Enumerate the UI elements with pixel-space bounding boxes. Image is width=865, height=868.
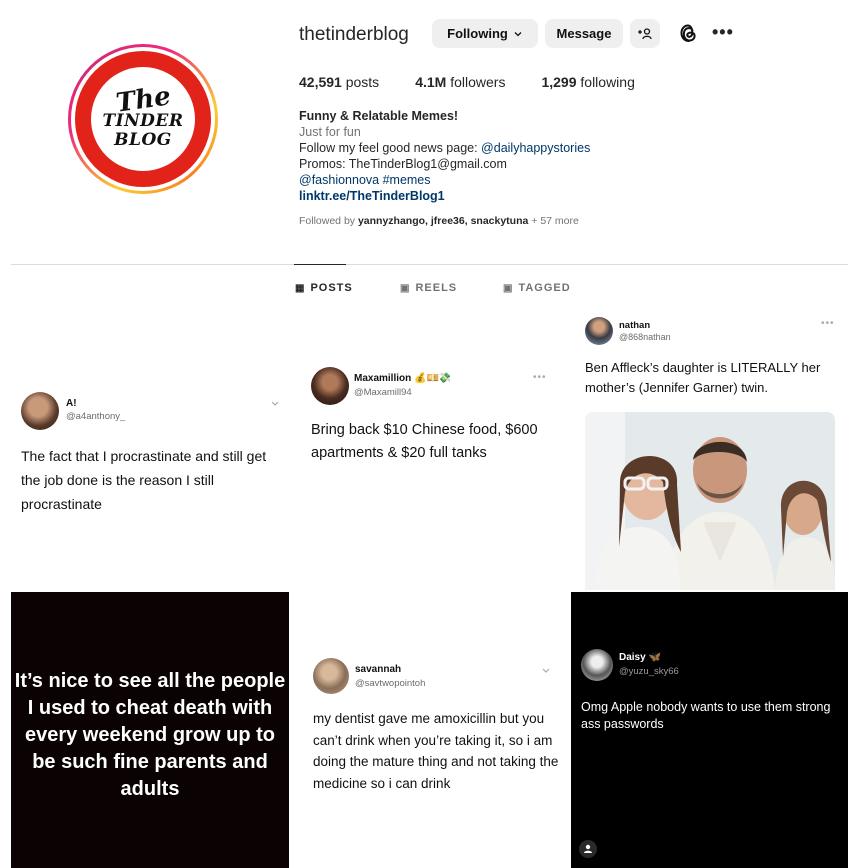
post-tile[interactable]: A! @a4anthony_ The fact that I procrasti… (11, 312, 289, 590)
post-author-name: Maxamillion 💰💴💸 (354, 373, 452, 384)
logo-text-blog: BLOG (114, 130, 172, 150)
post-tile[interactable]: It’s nice to see all the people I used t… (11, 592, 289, 868)
avatar (21, 392, 59, 430)
post-text: my dentist gave me amoxicillin but you c… (313, 711, 559, 791)
post-author-name: A! (66, 398, 77, 409)
followed-by-suffix: + 57 more (528, 215, 579, 227)
bio-hashtag[interactable]: #memes (379, 173, 431, 187)
post-text: Bring back $10 Chinese food, $600 apartm… (311, 422, 538, 461)
bio-line-1-text: Follow my feel good news page: (299, 141, 482, 155)
more-options-icon: ••• (821, 318, 835, 329)
following-stat[interactable]: 1,299 following (541, 74, 634, 90)
avatar (581, 649, 613, 681)
reels-icon: ▣ (400, 282, 411, 294)
avatar-ring: The TINDER BLOG (71, 47, 215, 191)
post-photo (585, 412, 835, 590)
avatar (311, 367, 349, 405)
profile-bio: Funny & Relatable Memes! Just for fun Fo… (299, 108, 590, 204)
person-icon (584, 844, 592, 853)
bio-line-2: Promos: TheTinderBlog1@gmail.com (299, 157, 507, 171)
tab-posts[interactable]: ▦ POSTS (295, 282, 353, 294)
avatar-logo: The TINDER BLOG (75, 51, 211, 187)
followers-label: followers (450, 74, 506, 90)
post-tile[interactable]: Maxamillion 💰💴💸 @Maxamill94 ••• Bring ba… (291, 312, 569, 590)
posts-label: posts (345, 74, 380, 90)
bio-line-3: @fashionnova #memes (299, 172, 590, 188)
tagged-icon: ▣ (503, 282, 514, 294)
grid-icon: ▦ (295, 282, 306, 294)
active-tab-indicator (294, 264, 346, 265)
post-tile[interactable]: savannah @savtwopointoh my dentist gave … (291, 592, 569, 868)
bio-external-link[interactable]: linktr.ee/TheTinderBlog1 (299, 188, 590, 204)
logo-text-the: The (113, 81, 173, 119)
tab-posts-label: POSTS (310, 282, 353, 294)
people-photo-image (585, 412, 835, 590)
post-author-name: savannah (355, 664, 402, 675)
profile-avatar[interactable]: The TINDER BLOG (68, 44, 218, 194)
post-author-name: Daisy 🦋 (619, 652, 661, 663)
more-options-icon[interactable]: ••• (712, 22, 736, 44)
post-text: It’s nice to see all the people I used t… (14, 670, 286, 800)
profile-username: thetinderblog (299, 24, 409, 45)
profile-stats: 42,591 posts 4.1M followers 1,299 follow… (299, 74, 671, 90)
avatar (313, 658, 349, 694)
tab-reels[interactable]: ▣ REELS (400, 282, 457, 294)
post-tile[interactable]: Daisy 🦋 @yuzu_sky66 Omg Apple nobody wan… (571, 592, 848, 868)
followed-by-names: yannyzhango, jfree36, snackytuna (357, 215, 529, 227)
post-author-handle: @savtwopointoh (355, 678, 426, 689)
tab-reels-label: REELS (415, 282, 458, 294)
bio-mention-link[interactable]: @dailyhappystories (481, 141, 590, 155)
message-button-label: Message (556, 26, 612, 41)
following-button[interactable]: Following (432, 19, 538, 48)
tab-tagged-label: TAGGED (518, 282, 571, 294)
followers-stat[interactable]: 4.1M followers (415, 74, 505, 90)
following-count: 1,299 (541, 74, 577, 90)
bio-mention-fashionnova[interactable]: @fashionnova (299, 173, 379, 187)
message-button[interactable]: Message (545, 19, 623, 48)
avatar (585, 317, 613, 345)
followers-count: 4.1M (415, 74, 447, 90)
posts-count: 42,591 (299, 74, 342, 90)
followed-by-prefix: Followed by (299, 215, 358, 227)
profile-divider (11, 264, 848, 265)
post-text: The fact that I procrastinate and still … (21, 448, 267, 512)
bio-line-1: Follow my feel good news page: @dailyhap… (299, 140, 590, 156)
post-text: Omg Apple nobody wants to use them stron… (581, 700, 831, 731)
more-options-icon: ••• (533, 372, 547, 383)
post-author-handle: @Maxamill94 (354, 387, 412, 398)
post-text: Ben Affleck’s daughter is LITERALLY her … (585, 360, 821, 395)
following-stat-label: following (580, 74, 635, 90)
post-tile[interactable]: nathan @868nathan ••• Ben Affleck’s daug… (571, 312, 848, 590)
user-icon (579, 840, 597, 858)
chevron-down-icon (514, 31, 522, 36)
post-author-name: nathan (619, 320, 651, 331)
tab-tagged[interactable]: ▣ TAGGED (503, 282, 571, 294)
add-user-icon (638, 27, 652, 39)
following-button-label: Following (447, 26, 508, 41)
post-author-handle: @868nathan (619, 332, 671, 342)
chevron-down-icon (271, 401, 279, 406)
threads-icon[interactable] (678, 22, 700, 44)
post-author-handle: @yuzu_sky66 (619, 666, 679, 677)
avatar-logo-inner: The TINDER BLOG (91, 67, 195, 171)
bio-category: Just for fun (299, 125, 361, 139)
add-user-button[interactable] (630, 19, 660, 48)
post-author-handle: @a4anthony_ (66, 411, 126, 422)
chevron-down-icon (542, 668, 550, 673)
posts-stat[interactable]: 42,591 posts (299, 74, 379, 90)
bio-title: Funny & Relatable Memes! (299, 109, 459, 123)
followed-by[interactable]: Followed by yannyzhango, jfree36, snacky… (299, 215, 579, 227)
